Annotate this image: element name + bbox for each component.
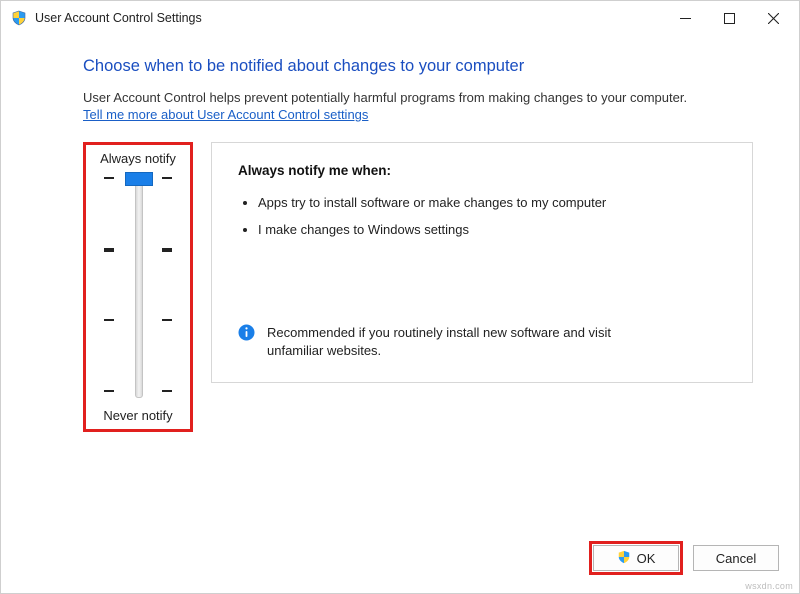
info-panel: Always notify me when: Apps try to insta… — [211, 142, 753, 383]
info-heading: Always notify me when: — [238, 163, 730, 178]
button-row: OK Cancel — [589, 541, 779, 575]
page-description: User Account Control helps prevent poten… — [83, 90, 753, 105]
slider-bottom-label: Never notify — [90, 408, 186, 423]
window: User Account Control Settings Choose whe… — [0, 0, 800, 594]
slider-rail — [135, 176, 143, 398]
slider-tick — [104, 319, 114, 321]
recommend-text: Recommended if you routinely install new… — [267, 324, 627, 360]
ok-button-highlight: OK — [589, 541, 683, 575]
slider-tick — [162, 390, 172, 392]
slider-tick — [104, 177, 114, 179]
notify-slider-highlight: Always notify Never notify — [83, 142, 193, 432]
info-bullet-list: Apps try to install software or make cha… — [258, 190, 730, 244]
maximize-button[interactable] — [707, 3, 751, 33]
notify-slider[interactable] — [90, 172, 186, 402]
recommend-row: Recommended if you routinely install new… — [238, 324, 730, 360]
close-button[interactable] — [751, 3, 795, 33]
info-bullet: I make changes to Windows settings — [258, 217, 638, 244]
slider-tick — [104, 248, 114, 252]
info-bullet: Apps try to install software or make cha… — [258, 190, 638, 217]
body-row: Always notify Never notify Alway — [83, 142, 753, 432]
ok-button[interactable]: OK — [593, 545, 679, 571]
watermark: wsxdn.com — [745, 581, 793, 591]
slider-tick — [162, 177, 172, 179]
info-icon — [238, 324, 255, 344]
slider-tick — [162, 319, 172, 321]
slider-tick — [104, 390, 114, 392]
page-heading: Choose when to be notified about changes… — [83, 57, 753, 76]
slider-tick — [162, 248, 172, 252]
minimize-button[interactable] — [663, 3, 707, 33]
window-title: User Account Control Settings — [35, 11, 202, 25]
uac-shield-icon — [11, 10, 27, 26]
slider-top-label: Always notify — [90, 151, 186, 166]
slider-thumb[interactable] — [125, 172, 153, 186]
cancel-button-label: Cancel — [716, 551, 756, 566]
titlebar: User Account Control Settings — [1, 1, 799, 35]
content-area: Choose when to be notified about changes… — [1, 35, 799, 432]
ok-button-label: OK — [637, 551, 656, 566]
cancel-button[interactable]: Cancel — [693, 545, 779, 571]
learn-more-link[interactable]: Tell me more about User Account Control … — [83, 107, 368, 122]
uac-shield-icon — [617, 550, 631, 567]
